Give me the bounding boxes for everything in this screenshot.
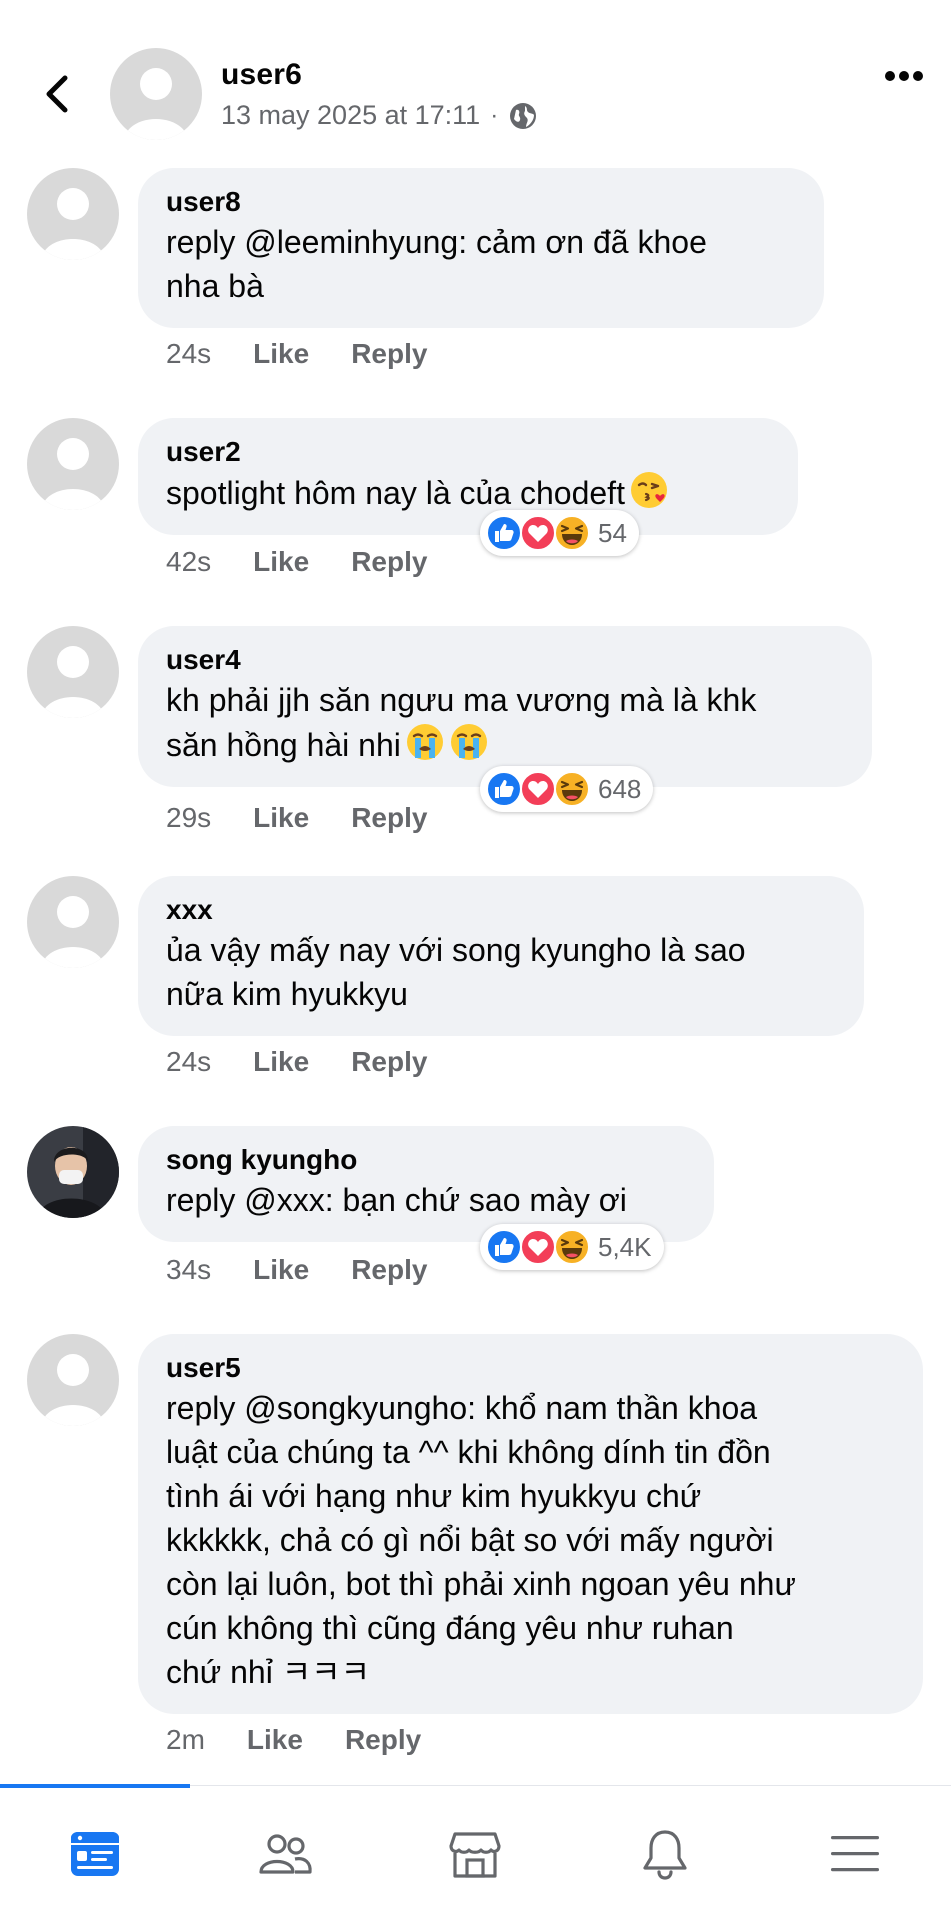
comment-actions: 42s Like Reply <box>166 546 469 578</box>
commenter-avatar[interactable] <box>27 168 119 260</box>
commenter-avatar[interactable] <box>27 626 119 718</box>
like-button[interactable]: Like <box>247 1724 303 1756</box>
reply-button[interactable]: Reply <box>351 1046 427 1078</box>
like-reaction-icon <box>486 515 522 551</box>
friends-icon <box>259 1833 312 1874</box>
crying-face-emoji-icon <box>450 724 487 760</box>
love-reaction-icon <box>520 771 556 807</box>
commenter-avatar[interactable] <box>27 1126 119 1218</box>
post-meta: 13 may 2025 at 17:11 · <box>221 100 538 131</box>
author-name[interactable]: user6 <box>221 58 302 92</box>
reaction-summary[interactable]: 54 <box>480 510 639 556</box>
comment-bubble: user2 spotlight hôm nay là của chodeft <box>138 418 798 535</box>
commenter-name[interactable]: song kyungho <box>166 1142 686 1178</box>
back-button[interactable] <box>30 62 82 126</box>
commenter-avatar[interactable] <box>27 418 119 510</box>
comment-text: spotlight hôm nay là của chodeft <box>166 470 770 515</box>
haha-reaction-icon <box>554 515 590 551</box>
globe-icon <box>510 102 537 129</box>
comment-time[interactable]: 34s <box>166 1254 211 1286</box>
comment-text: reply @songkyungho: khổ nam thần khoa lu… <box>166 1390 796 1690</box>
haha-reaction-icon <box>554 1229 590 1265</box>
comment-time[interactable]: 2m <box>166 1724 205 1756</box>
reply-button[interactable]: Reply <box>351 1254 427 1286</box>
reaction-count: 54 <box>598 517 627 548</box>
comment-time[interactable]: 24s <box>166 1046 211 1078</box>
comment-actions: 24s Like Reply <box>166 338 469 370</box>
feed-icon <box>71 1831 119 1876</box>
like-reaction-icon <box>486 771 522 807</box>
chevron-left-icon <box>46 75 68 113</box>
commenter-name[interactable]: user2 <box>166 434 770 470</box>
post-header: user6 13 may 2025 at 17:11 · <box>0 0 951 160</box>
comment-text: reply @leeminhyung: cảm ơn đã khoe nha b… <box>166 224 707 304</box>
reply-button[interactable]: Reply <box>351 338 427 370</box>
comment-text: reply @xxx: bạn chứ sao mày ơi <box>166 1182 627 1218</box>
reaction-count: 648 <box>598 773 642 804</box>
commenter-name[interactable]: user8 <box>166 184 796 220</box>
kissing-face-emoji-icon <box>630 472 667 508</box>
crying-face-emoji-icon <box>406 724 443 760</box>
like-reaction-icon <box>486 1229 522 1265</box>
comment-bubble: xxx ủa vậy mấy nay với song kyungho là s… <box>138 876 864 1036</box>
more-horizontal-icon <box>885 71 923 81</box>
like-button[interactable]: Like <box>253 1046 309 1078</box>
tab-feed[interactable] <box>0 1786 190 1920</box>
tab-notifications[interactable] <box>570 1786 760 1920</box>
comment-text: kh phải jjh săn ngưu ma vương mà là khk … <box>166 678 844 767</box>
like-button[interactable]: Like <box>253 546 309 578</box>
tab-menu[interactable] <box>760 1786 950 1920</box>
comment-time[interactable]: 42s <box>166 546 211 578</box>
comment-text-content: spotlight hôm nay là của chodeft <box>166 475 625 511</box>
comment-bubble: user4 kh phải jjh săn ngưu ma vương mà l… <box>138 626 872 787</box>
like-button[interactable]: Like <box>253 338 309 370</box>
haha-reaction-icon <box>554 771 590 807</box>
commenter-name[interactable]: user5 <box>166 1350 895 1386</box>
comment-bubble: user5 reply @songkyungho: khổ nam thần k… <box>138 1334 923 1714</box>
reaction-summary[interactable]: 5,4K <box>480 1224 664 1270</box>
commenter-name[interactable]: user4 <box>166 642 844 678</box>
like-button[interactable]: Like <box>253 802 309 834</box>
comment-time[interactable]: 29s <box>166 802 211 834</box>
tab-friends[interactable] <box>190 1786 380 1920</box>
notifications-icon <box>643 1829 687 1880</box>
commenter-avatar[interactable] <box>27 876 119 968</box>
tab-marketplace[interactable] <box>380 1786 570 1920</box>
reply-button[interactable]: Reply <box>345 1724 421 1756</box>
reaction-summary[interactable]: 648 <box>480 766 654 812</box>
reply-button[interactable]: Reply <box>351 802 427 834</box>
comment-bubble: user8 reply @leeminhyung: cảm ơn đã khoe… <box>138 168 824 328</box>
more-options-button[interactable] <box>876 56 932 96</box>
bottom-navigation <box>0 1784 951 1920</box>
post-timestamp[interactable]: 13 may 2025 at 17:11 <box>221 100 480 131</box>
love-reaction-icon <box>520 515 556 551</box>
comment-actions: 29s Like Reply <box>166 802 469 834</box>
like-button[interactable]: Like <box>253 1254 309 1286</box>
comment-actions: 2m Like Reply <box>166 1724 463 1756</box>
marketplace-icon <box>449 1831 501 1878</box>
comment-text: ủa vậy mấy nay với song kyungho là sao n… <box>166 932 746 1012</box>
comment-actions: 24s Like Reply <box>166 1046 469 1078</box>
comment-actions: 34s Like Reply <box>166 1254 469 1286</box>
comment-time[interactable]: 24s <box>166 338 211 370</box>
menu-icon <box>831 1835 879 1871</box>
meta-separator: · <box>490 101 499 129</box>
reply-button[interactable]: Reply <box>351 546 427 578</box>
author-avatar[interactable] <box>110 48 202 140</box>
commenter-name[interactable]: xxx <box>166 892 836 928</box>
commenter-avatar[interactable] <box>27 1334 119 1426</box>
reaction-count: 5,4K <box>598 1231 652 1262</box>
love-reaction-icon <box>520 1229 556 1265</box>
